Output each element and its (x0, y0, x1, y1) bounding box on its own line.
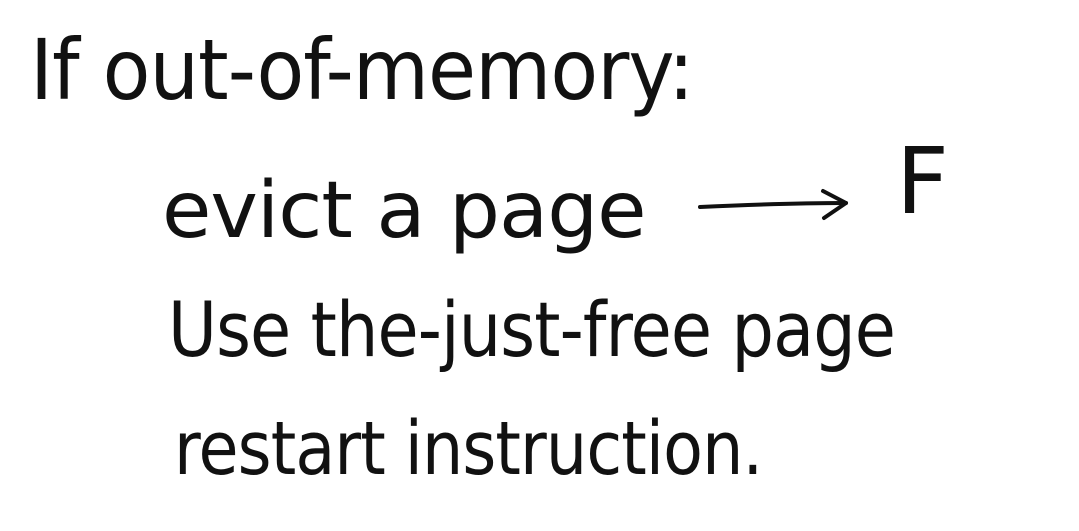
right-arrow-icon (698, 189, 848, 220)
evict-page-step: evict a page (162, 166, 647, 256)
handwritten-notes-canvas: If out-of-memory: evict a page F Use the… (0, 0, 1079, 531)
out-of-memory-condition: If out-of-memory: (30, 21, 694, 119)
restart-instruction-step: restart instruction. (174, 406, 763, 492)
use-free-page-step: Use the-just-free page (168, 285, 896, 374)
result-label: F (896, 128, 949, 235)
